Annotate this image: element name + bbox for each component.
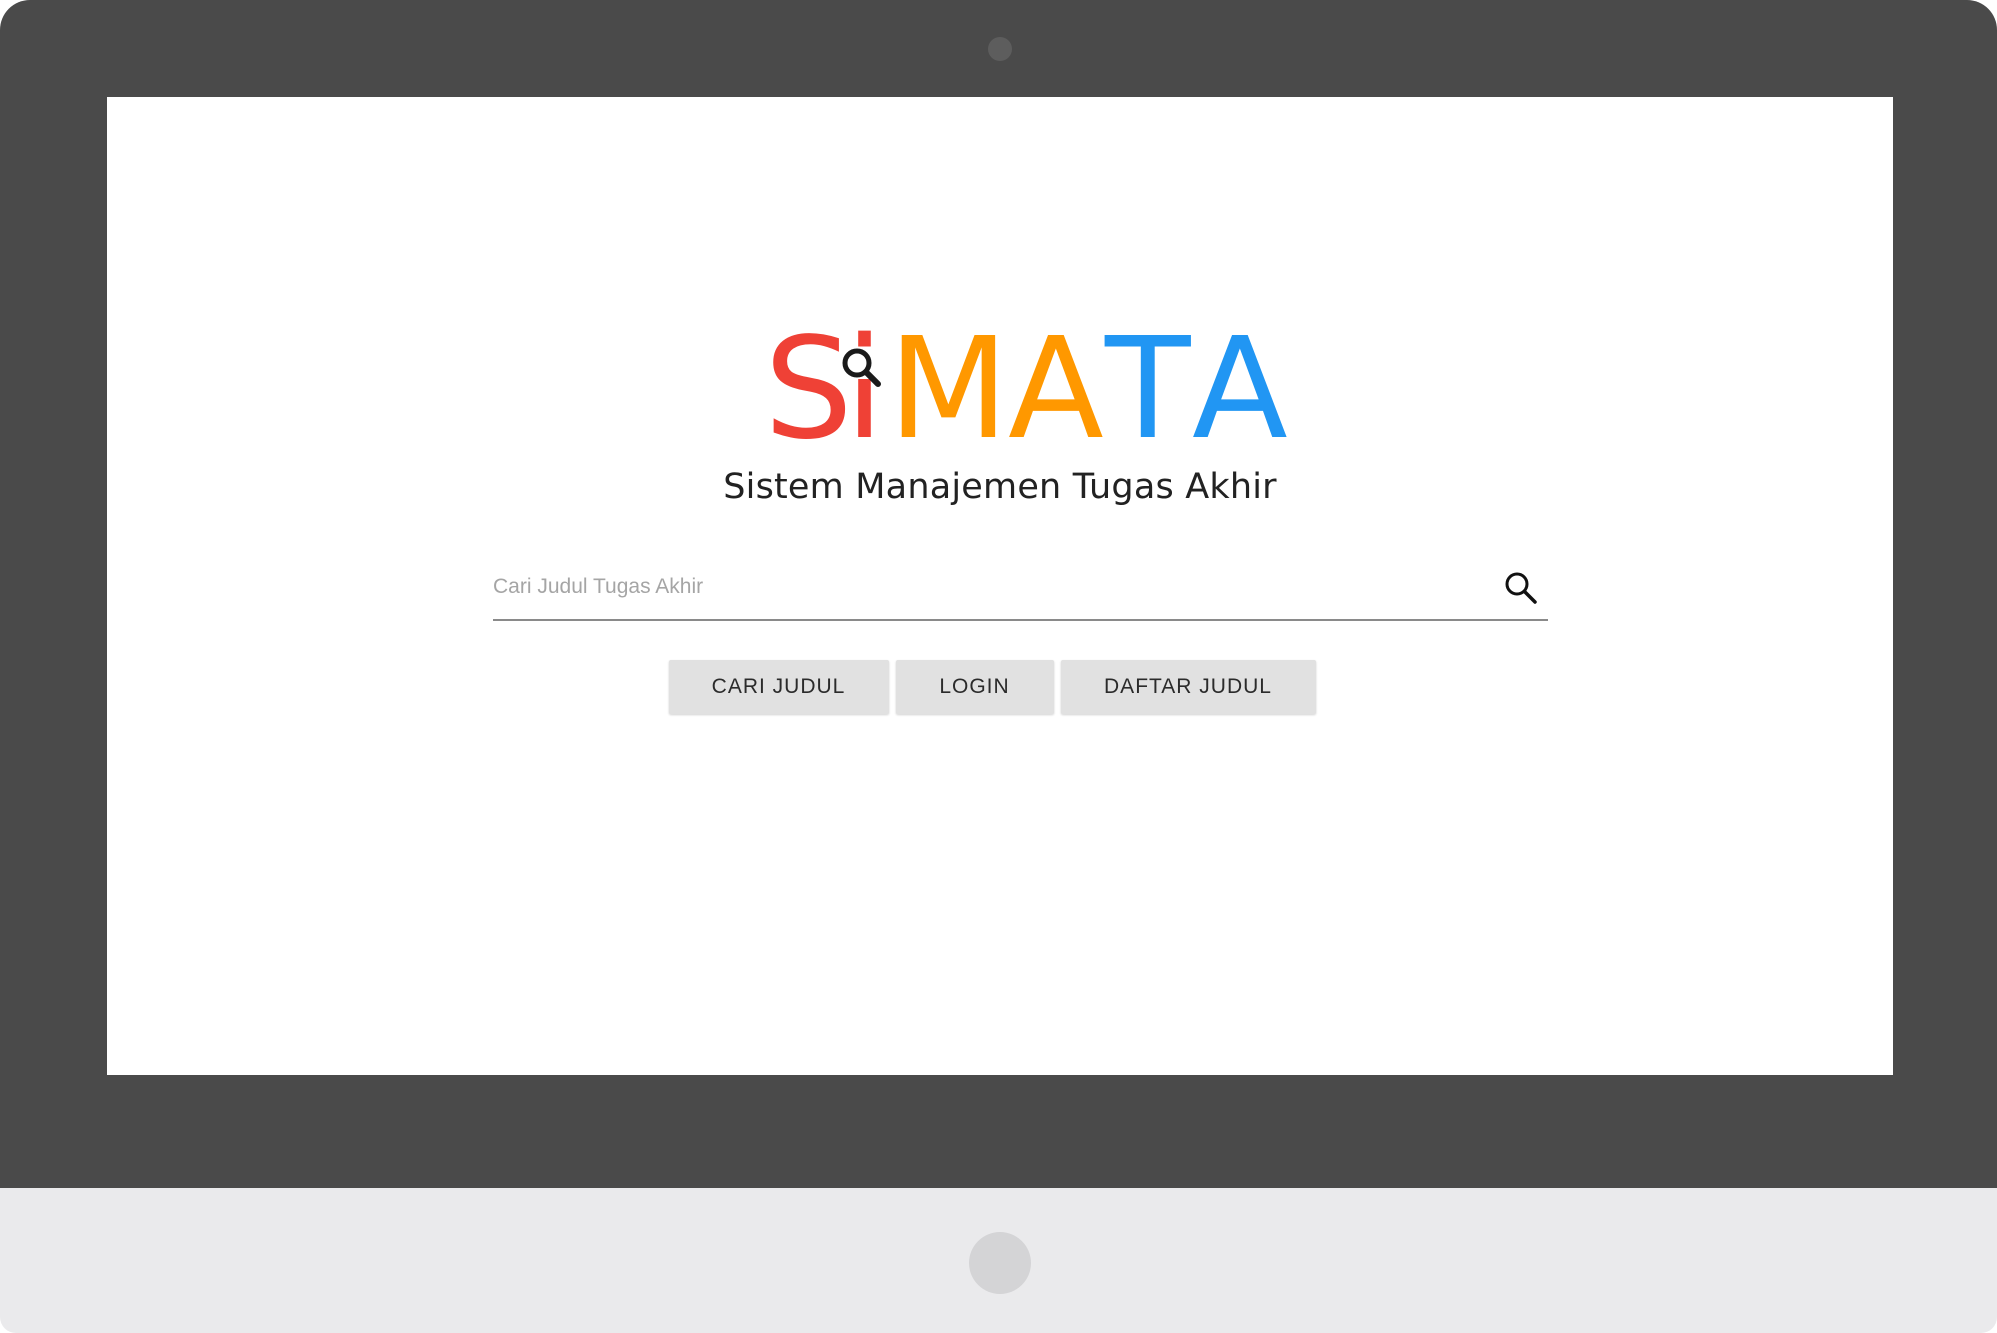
action-buttons: CARI JUDUL LOGIN DAFTAR JUDUL (107, 660, 1893, 714)
daftar-judul-button[interactable]: DAFTAR JUDUL (1060, 660, 1316, 714)
app-subtitle: Sistem Manajemen Tugas Akhir (723, 467, 1277, 507)
camera-icon (988, 37, 1012, 61)
screen: S i M A T A Sistem Manajemen Tugas Akhir (107, 97, 1893, 1075)
login-button[interactable]: LOGIN (895, 660, 1054, 714)
device-bezel: S i M A T A Sistem Manajemen Tugas Akhir (0, 0, 1997, 1188)
logo-letter-m: M (888, 309, 1009, 439)
device-chin (0, 1188, 1997, 1333)
logo-letter-a1: A (1008, 309, 1104, 439)
search-input[interactable] (493, 557, 1473, 617)
logo-letter-a2: A (1192, 309, 1288, 439)
cari-judul-button[interactable]: CARI JUDUL (668, 660, 889, 714)
simata-logo: S i M A T A (107, 309, 1893, 439)
logo-letter-t: T (1104, 309, 1191, 439)
search-bar (493, 557, 1548, 621)
logo-letter-s: S (764, 309, 853, 439)
home-button[interactable] (969, 1232, 1031, 1294)
search-icon[interactable] (1504, 571, 1538, 605)
